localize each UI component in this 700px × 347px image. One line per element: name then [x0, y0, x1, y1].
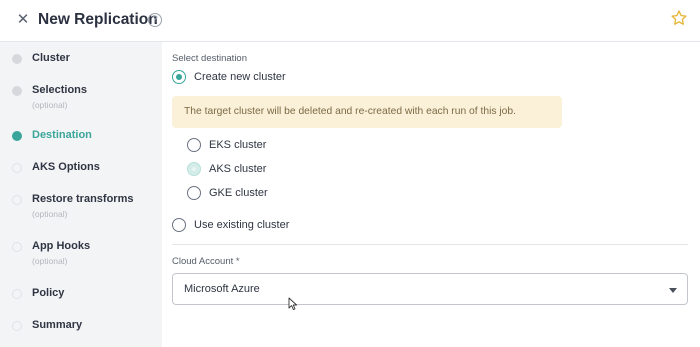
- step-pending-icon: [12, 195, 22, 205]
- help-icon[interactable]: ?: [148, 13, 162, 27]
- step-optional-note: (optional): [32, 209, 68, 219]
- radio-unchecked-icon: [187, 186, 201, 200]
- radio-selected-icon: [187, 162, 201, 176]
- step-pending-icon: [12, 289, 22, 299]
- radio-label: GKE cluster: [209, 187, 268, 199]
- destination-panel: Select destination Create new cluster Th…: [162, 42, 700, 347]
- step-label: App Hooks: [32, 240, 91, 252]
- select-value: Microsoft Azure: [184, 283, 260, 295]
- radio-label: Create new cluster: [194, 71, 286, 83]
- eks-cluster-radio[interactable]: EKS cluster: [187, 138, 337, 152]
- radio-unchecked-icon: [172, 218, 186, 232]
- divider: [172, 244, 688, 245]
- step-pending-icon: [12, 242, 22, 252]
- step-label: Cluster: [32, 52, 70, 64]
- step-label: Summary: [32, 319, 83, 331]
- radio-label: Use existing cluster: [194, 219, 290, 231]
- warning-banner: The target cluster will be deleted and r…: [172, 96, 562, 128]
- step-optional-note: (optional): [32, 256, 68, 266]
- step-done-icon: [12, 86, 22, 96]
- caret-down-icon: [669, 288, 677, 293]
- cloud-account-label: Cloud Account *: [172, 256, 240, 267]
- dialog-header: ✕ New Replication ?: [0, 0, 700, 42]
- create-new-cluster-radio[interactable]: Create new cluster: [172, 70, 372, 84]
- section-label: Select destination: [172, 53, 247, 64]
- use-existing-cluster-radio[interactable]: Use existing cluster: [172, 218, 372, 232]
- aks-cluster-radio[interactable]: AKS cluster: [187, 162, 337, 176]
- step-label: Restore transforms: [32, 193, 134, 205]
- dialog-title: New Replication: [38, 11, 158, 28]
- radio-label: AKS cluster: [209, 163, 267, 175]
- radio-label: EKS cluster: [209, 139, 267, 151]
- step-label: Selections: [32, 84, 88, 96]
- close-icon[interactable]: ✕: [15, 12, 31, 28]
- gke-cluster-radio[interactable]: GKE cluster: [187, 186, 337, 200]
- radio-unchecked-icon: [187, 138, 201, 152]
- step-label: Destination: [32, 129, 92, 141]
- step-done-icon: [12, 54, 22, 64]
- step-pending-icon: [12, 163, 22, 173]
- step-label: Policy: [32, 287, 65, 299]
- step-pending-icon: [12, 321, 22, 331]
- star-icon[interactable]: [670, 9, 688, 27]
- step-optional-note: (optional): [32, 100, 68, 110]
- wizard-steps: Cluster Selections (optional) Destinatio…: [0, 42, 162, 347]
- step-active-icon: [12, 131, 22, 141]
- radio-checked-icon: [172, 70, 186, 84]
- step-label: AKS Options: [32, 161, 100, 173]
- cloud-account-select[interactable]: Microsoft Azure: [172, 273, 688, 305]
